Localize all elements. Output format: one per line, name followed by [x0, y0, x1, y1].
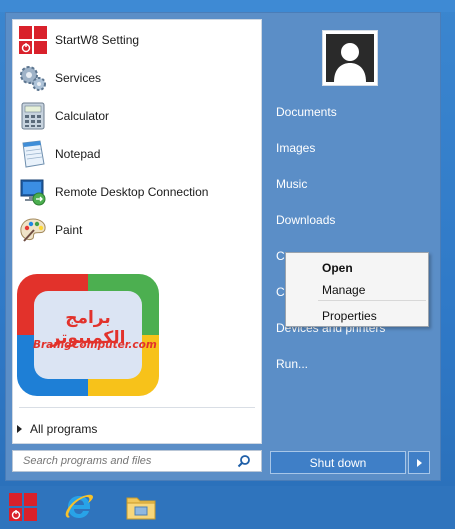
user-silhouette-icon — [326, 34, 374, 82]
triangle-right-icon — [416, 458, 422, 467]
program-label: Notepad — [55, 147, 101, 161]
divider — [19, 407, 255, 408]
link-downloads[interactable]: Downloads — [276, 213, 335, 227]
context-menu-manage[interactable]: Manage — [322, 283, 365, 297]
startw8-button-icon[interactable] — [6, 489, 40, 525]
program-paint[interactable]: Paint — [13, 212, 261, 248]
search-box[interactable] — [12, 450, 262, 472]
program-services[interactable]: Services — [13, 60, 261, 96]
gears-icon — [17, 62, 49, 94]
programs-pane: StartW8 Setting Services Calculator Note… — [12, 19, 262, 444]
triangle-right-icon — [17, 425, 22, 433]
calculator-icon — [17, 100, 49, 132]
search-icon[interactable] — [237, 454, 251, 471]
file-explorer-icon[interactable] — [124, 489, 158, 525]
logo-site-text: BramgComputer.com — [33, 339, 157, 351]
context-menu-separator — [318, 300, 426, 301]
startw8-power-icon — [17, 24, 49, 56]
context-menu-properties[interactable]: Properties — [322, 309, 377, 323]
program-notepad[interactable]: Notepad — [13, 136, 261, 172]
notepad-icon — [17, 138, 49, 170]
link-documents[interactable]: Documents — [276, 105, 337, 119]
program-label: StartW8 Setting — [55, 33, 140, 47]
link-music[interactable]: Music — [276, 177, 307, 191]
program-calculator[interactable]: Calculator — [13, 98, 261, 134]
context-menu-open[interactable]: Open — [322, 261, 353, 275]
link-images[interactable]: Images — [276, 141, 315, 155]
internet-explorer-icon[interactable] — [62, 489, 96, 525]
search-input[interactable] — [21, 454, 235, 468]
desktop-background — [0, 0, 455, 12]
link-control-panel[interactable]: C — [276, 285, 285, 299]
program-label: Paint — [55, 223, 83, 237]
program-label: Calculator — [55, 109, 110, 123]
user-avatar[interactable] — [322, 30, 378, 86]
link-run[interactable]: Run... — [276, 357, 308, 371]
link-computer[interactable]: C — [276, 249, 285, 263]
program-label: Services — [55, 71, 102, 85]
shutdown-options-button[interactable] — [408, 451, 430, 474]
all-programs-label: All programs — [30, 422, 98, 436]
shutdown-button[interactable]: Shut down — [270, 451, 406, 474]
paint-palette-icon — [17, 214, 49, 246]
bramgcomputer-logo: برامج الكمبيوتر BramgComputer.com — [17, 274, 159, 396]
remote-desktop-icon — [17, 176, 49, 208]
context-menu: Open Manage Properties — [285, 252, 429, 327]
program-remote-desktop[interactable]: Remote Desktop Connection — [13, 174, 261, 210]
program-label: Remote Desktop Connection — [55, 185, 209, 199]
all-programs-button[interactable]: All programs — [17, 419, 97, 439]
program-startw8-setting[interactable]: StartW8 Setting — [13, 22, 261, 58]
